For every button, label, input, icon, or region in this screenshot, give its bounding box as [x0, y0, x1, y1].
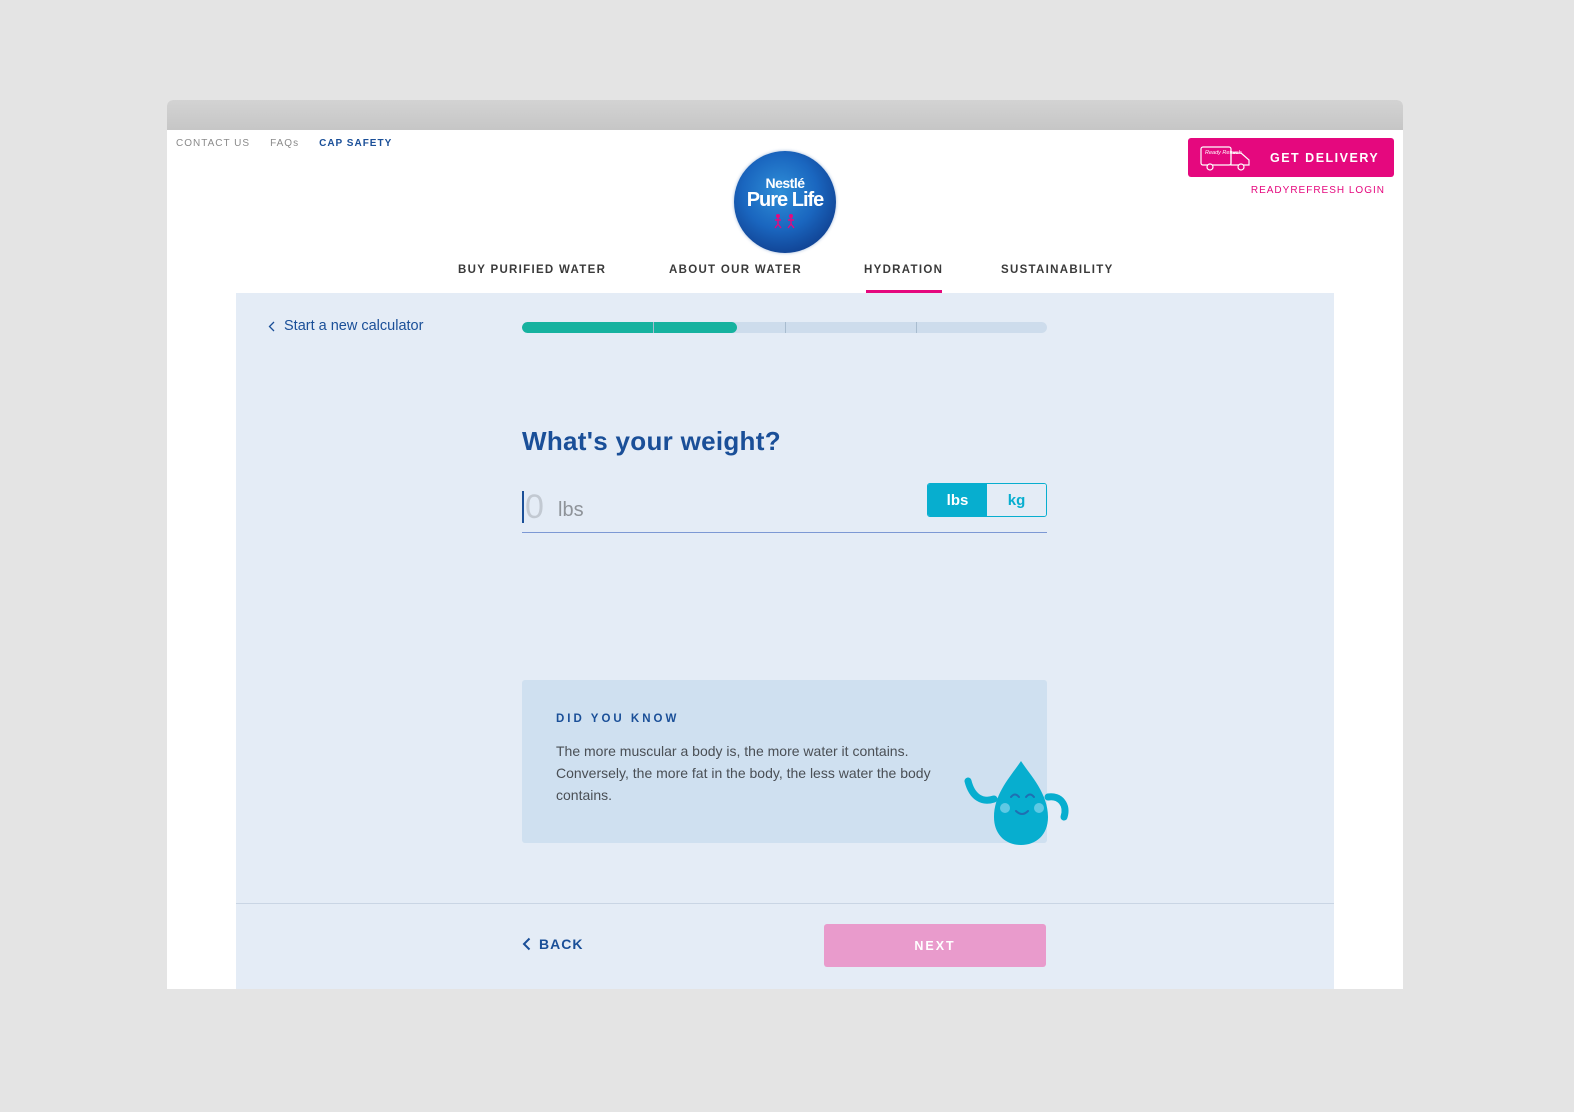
delivery-truck-icon: Ready Refresh [1200, 146, 1250, 171]
back-label: BACK [539, 936, 584, 952]
unit-toggle: lbs kg [927, 483, 1047, 517]
nav-about-our-water[interactable]: ABOUT OUR WATER [669, 264, 802, 276]
unit-option-lbs[interactable]: lbs [928, 484, 987, 516]
contact-us-link[interactable]: CONTACT US [176, 138, 250, 149]
utility-links: CONTACT US FAQs CAP SAFETY [176, 138, 392, 149]
nestle-pure-life-logo[interactable]: Nestlé Pure Life [734, 151, 836, 253]
did-you-know-text: The more muscular a body is, the more wa… [556, 743, 931, 803]
next-button[interactable]: NEXT [824, 924, 1046, 967]
progress-step-tick [915, 322, 917, 333]
back-button[interactable]: BACK [522, 936, 583, 952]
get-delivery-button[interactable]: Ready Refresh GET DELIVERY [1188, 138, 1394, 177]
nav-buy-purified-water[interactable]: BUY PURIFIED WATER [458, 264, 606, 276]
progress-step-tick [653, 322, 655, 333]
progress-bar [522, 322, 1047, 333]
chevron-left-icon [522, 937, 531, 951]
get-delivery-label: GET DELIVERY [1270, 151, 1380, 165]
cap-safety-link[interactable]: CAP SAFETY [319, 138, 392, 149]
readyrefresh-login-link[interactable]: READYREFRESH LOGIN [1251, 185, 1385, 196]
did-you-know-title: DID YOU KNOW [556, 713, 680, 725]
logo-figures-icon [774, 214, 795, 229]
unit-option-kg[interactable]: kg [987, 484, 1046, 516]
svg-text:Ready Refresh: Ready Refresh [1205, 150, 1242, 156]
footer-divider [236, 903, 1334, 904]
browser-toolbar [167, 100, 1403, 130]
chevron-left-icon [268, 321, 275, 331]
water-droplet-mascot-icon [964, 761, 1069, 845]
progress-fill [522, 322, 738, 333]
weight-unit-label: lbs [558, 499, 584, 521]
question-heading: What's your weight? [522, 426, 781, 456]
faqs-link[interactable]: FAQs [270, 138, 299, 149]
logo-line-2: Pure Life [746, 189, 825, 211]
main-nav: BUY PURIFIED WATER ABOUT OUR WATER HYDRA… [167, 264, 1403, 294]
calculator-panel: Start a new calculator What's your weigh… [236, 293, 1334, 989]
text-cursor [522, 491, 524, 523]
nav-hydration[interactable]: HYDRATION [864, 264, 943, 276]
browser-window: CONTACT US FAQs CAP SAFETY Ready Refresh… [167, 100, 1403, 989]
start-new-calculator-label: Start a new calculator [284, 318, 424, 334]
progress-step-tick [784, 322, 786, 333]
start-new-calculator-link[interactable]: Start a new calculator [268, 318, 423, 334]
nav-sustainability[interactable]: SUSTAINABILITY [1001, 264, 1114, 276]
